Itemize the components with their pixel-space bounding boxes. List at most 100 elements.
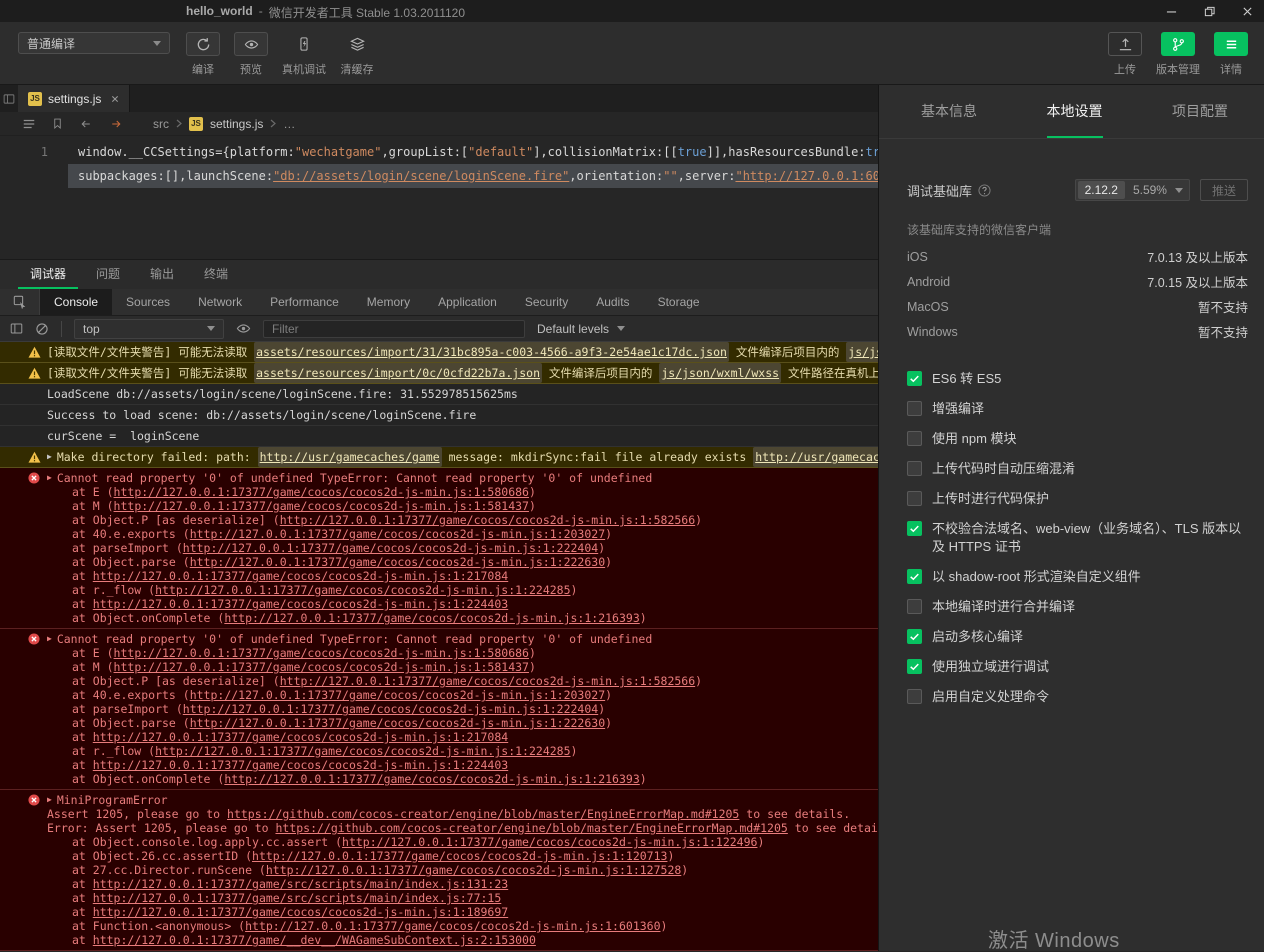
help-icon[interactable] [978,183,991,197]
expand-caret-icon[interactable]: ▶ [47,632,52,646]
maximize-button[interactable] [1202,4,1216,18]
devtools-tab-performance[interactable]: Performance [256,289,353,315]
checkbox[interactable] [907,521,922,536]
code-link[interactable]: "db://assets/login/scene/loginScene.fire… [273,169,569,183]
devtools-tab-memory[interactable]: Memory [353,289,424,315]
close-tab-icon[interactable] [111,95,119,103]
console-output[interactable]: [读取文件/文件夹警告] 可能无法读取 assets/resources/imp… [0,342,878,951]
debug-tab-output[interactable]: 输出 [138,260,186,289]
devtools-tab-console[interactable]: Console [40,289,113,315]
clear-console-icon[interactable] [35,322,49,336]
panel-tab-basic-info[interactable]: 基本信息 [921,85,977,138]
console-link[interactable]: http://127.0.0.1:17377/game/cocos/cocos2… [93,730,508,744]
console-link[interactable]: http://127.0.0.1:17377/game/cocos/cocos2… [280,674,695,688]
console-link[interactable]: http://127.0.0.1:17377/game/cocos/cocos2… [245,919,660,933]
clear-cache-button[interactable]: 清缓存 [340,32,374,77]
console-file-link[interactable]: http://usr/gamecaches/game [257,447,442,467]
tab-settings-js[interactable]: JS settings.js [18,85,131,112]
checkbox[interactable] [907,431,922,446]
console-link[interactable]: http://127.0.0.1:17377/game/cocos/cocos2… [93,758,508,772]
console-file-link[interactable]: http://usr/gamecaches/gam [753,447,878,467]
preview-button[interactable]: 预览 [234,32,268,77]
bookmark-icon[interactable] [52,117,63,130]
console-link[interactable]: http://127.0.0.1:17377/game/cocos/cocos2… [114,660,529,674]
checkbox[interactable] [907,401,922,416]
console-file-link[interactable]: assets/resources/import/0c/0cfd22b7a.jso… [254,363,542,383]
version-manage-button[interactable]: 版本管理 [1156,32,1200,77]
console-link[interactable]: http://127.0.0.1:17377/game/src/scripts/… [93,877,508,891]
devtools-tab-security[interactable]: Security [511,289,582,315]
push-button[interactable]: 推送 [1199,179,1248,201]
debug-tab-problems[interactable]: 问题 [84,260,132,289]
console-link[interactable]: http://127.0.0.1:17377/game/cocos/cocos2… [93,905,508,919]
javascript-context-select[interactable]: top [74,318,224,339]
console-filter-input[interactable] [263,319,525,338]
checkbox[interactable] [907,629,922,644]
nav-back-icon[interactable] [79,118,93,130]
console-link[interactable]: http://127.0.0.1:17377/game/cocos/cocos2… [252,849,667,863]
outline-list-icon[interactable] [22,117,36,131]
checkbox[interactable] [907,461,922,476]
console-link[interactable]: http://127.0.0.1:17377/game/cocos/cocos2… [280,513,695,527]
code-area[interactable]: 1 window.__CCSettings={platform:"wechatga… [0,136,878,259]
collapse-sidebar-icon[interactable] [0,85,18,112]
code-link[interactable]: "http://127.0.0.1:6080/" [735,169,878,183]
live-expression-eye-icon[interactable] [236,321,251,336]
checkbox[interactable] [907,569,922,584]
console-link[interactable]: http://127.0.0.1:17377/game/cocos/cocos2… [114,646,529,660]
base-lib-version-select[interactable]: 2.12.2 5.59% [1074,179,1190,201]
minimize-button[interactable] [1164,4,1178,18]
panel-tab-project-config[interactable]: 项目配置 [1172,85,1228,138]
console-file-link[interactable]: assets/resources/import/31/31bc895a-c003… [254,342,729,362]
console-link[interactable]: http://127.0.0.1:17377/game/cocos/cocos2… [183,702,598,716]
console-link[interactable]: http://127.0.0.1:17377/game/cocos/cocos2… [224,772,639,786]
compile-mode-select[interactable]: 普通编译 [18,32,170,54]
checkbox[interactable] [907,491,922,506]
console-link[interactable]: http://127.0.0.1:17377/game/cocos/cocos2… [224,611,639,625]
devtools-tab-storage[interactable]: Storage [644,289,714,315]
inspect-element-icon[interactable] [0,289,40,315]
console-link[interactable]: http://127.0.0.1:17377/game/cocos/cocos2… [155,744,570,758]
devtools-tab-sources[interactable]: Sources [112,289,184,315]
console-link[interactable]: https://github.com/cocos-creator/engine/… [227,807,739,821]
devtools-tab-application[interactable]: Application [424,289,511,315]
expand-caret-icon[interactable]: ▶ [47,471,52,485]
breadcrumb-file[interactable]: settings.js [210,117,263,131]
console-link[interactable]: http://127.0.0.1:17377/game/cocos/cocos2… [93,597,508,611]
console-link[interactable]: http://127.0.0.1:17377/game/__dev__/WAGa… [93,933,536,947]
checkbox[interactable] [907,689,922,704]
code-line[interactable]: subpackages:[],launchScene:"db://assets/… [0,164,878,188]
console-link[interactable]: http://127.0.0.1:17377/game/cocos/cocos2… [190,555,605,569]
console-link[interactable]: http://127.0.0.1:17377/game/cocos/cocos2… [155,583,570,597]
breadcrumb-folder[interactable]: src [153,117,169,131]
log-levels-select[interactable]: Default levels [537,322,626,336]
breadcrumb-more[interactable]: … [283,117,295,131]
panel-tab-local-settings[interactable]: 本地设置 [1046,85,1103,138]
console-link[interactable]: http://127.0.0.1:17377/game/cocos/cocos2… [183,541,598,555]
expand-caret-icon[interactable]: ▶ [47,447,52,467]
debug-tab-debugger[interactable]: 调试器 [18,260,79,289]
close-button[interactable] [1240,4,1254,18]
code-line[interactable]: 1 window.__CCSettings={platform:"wechatga… [0,140,878,164]
console-link[interactable]: http://127.0.0.1:17377/game/cocos/cocos2… [342,835,757,849]
console-link[interactable]: http://127.0.0.1:17377/game/cocos/cocos2… [266,863,681,877]
remote-debug-button[interactable]: 真机调试 [282,32,326,77]
checkbox[interactable] [907,371,922,386]
upload-button[interactable]: 上传 [1108,32,1142,77]
devtools-tab-network[interactable]: Network [184,289,256,315]
console-link[interactable]: http://127.0.0.1:17377/game/cocos/cocos2… [93,569,508,583]
console-link[interactable]: http://127.0.0.1:17377/game/cocos/cocos2… [114,485,529,499]
compile-button[interactable]: 编译 [186,32,220,77]
console-link[interactable]: http://127.0.0.1:17377/game/src/scripts/… [93,891,502,905]
console-sidebar-icon[interactable] [10,322,23,335]
console-file-link[interactable]: js/json/wxml/wxss [846,342,878,362]
console-link[interactable]: https://github.com/cocos-creator/engine/… [275,821,787,835]
debug-tab-terminal[interactable]: 终端 [192,260,240,289]
details-button[interactable]: 详情 [1214,32,1248,77]
expand-caret-icon[interactable]: ▶ [47,793,52,807]
console-link[interactable]: http://127.0.0.1:17377/game/cocos/cocos2… [190,716,605,730]
console-link[interactable]: http://127.0.0.1:17377/game/cocos/cocos2… [190,527,605,541]
console-link[interactable]: http://127.0.0.1:17377/game/cocos/cocos2… [190,688,605,702]
nav-forward-icon[interactable] [109,118,123,130]
console-file-link[interactable]: js/json/wxml/wxss [659,363,782,383]
